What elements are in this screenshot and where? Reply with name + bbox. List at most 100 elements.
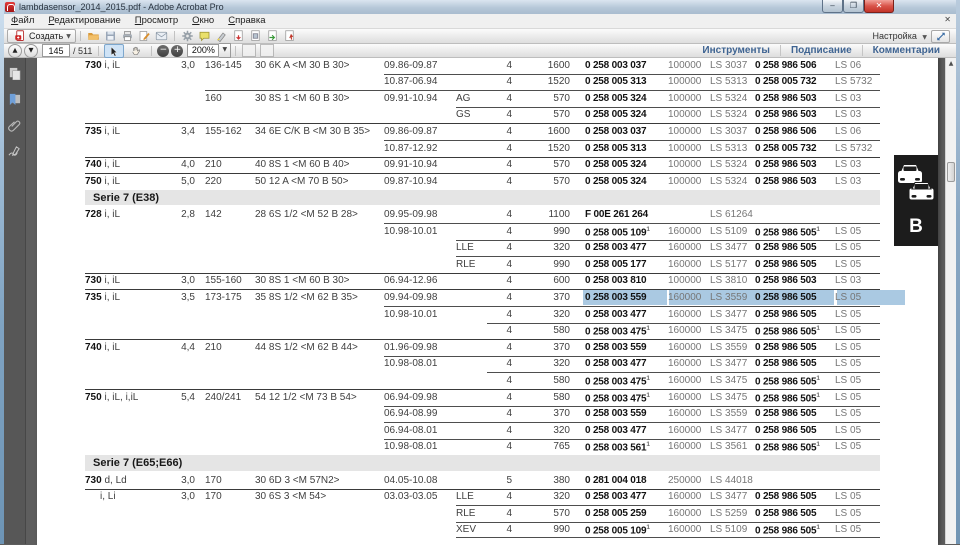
select-tool-button[interactable]	[104, 43, 125, 58]
cell-iv: 100000	[668, 275, 702, 287]
close-button[interactable]: ✕	[864, 0, 894, 13]
email-icon[interactable]	[155, 30, 168, 42]
cell-l2: LS 05	[835, 291, 862, 303]
cell-q: 4	[506, 291, 512, 303]
create-button[interactable]: Создать ▼	[7, 29, 76, 43]
send-page-icon[interactable]	[266, 30, 279, 42]
pdf-page[interactable]: 730 i, iL 3,0 136-145 30 6K A <M 30 B 30> 09…	[37, 57, 938, 545]
cell-p1: 0 258 005 324	[585, 159, 647, 171]
cell-d: 3,0	[181, 59, 195, 71]
row-separator	[487, 322, 880, 324]
signatures-icon[interactable]	[8, 145, 21, 158]
zoom-in-button[interactable]: +	[171, 44, 184, 57]
save-icon[interactable]	[104, 30, 117, 42]
maximize-button[interactable]: ❐	[843, 0, 864, 13]
menu-edit[interactable]: Редактирование	[41, 14, 127, 26]
table-row: XEV 4 990 0 258 005 1091 160000 LS 5109 0 258 …	[37, 521, 938, 539]
cell-l2: LS 05	[835, 374, 862, 386]
cell-v: XEV	[456, 524, 477, 536]
cell-p: 142	[205, 208, 222, 220]
attachments-icon[interactable]	[8, 119, 21, 132]
cell-q: 4	[506, 358, 512, 370]
menu-view[interactable]: Просмотр	[128, 14, 185, 26]
zoom-level-value[interactable]: 200%	[187, 44, 220, 57]
cell-iv: 100000	[668, 59, 702, 71]
menu-help[interactable]: Справка	[221, 14, 272, 26]
section-band	[85, 189, 880, 206]
table-row: 06.94-08.99 4 370 0 258 003 559 160000 LS 355…	[37, 405, 938, 423]
cell-dt: 10.87-06.94	[384, 76, 438, 88]
expand-toolbar-button[interactable]	[931, 29, 950, 43]
cell-p: 170	[205, 491, 222, 503]
fit-window-button[interactable]	[260, 44, 275, 57]
print-icon[interactable]	[121, 30, 134, 42]
cell-p2: 0 258 986 505	[755, 242, 817, 254]
cell-iv: 100000	[668, 92, 702, 104]
cell-p1: 0 258 003 477	[585, 491, 647, 503]
cell-q: 4	[506, 208, 512, 220]
cell-p1: 0 258 003 4751	[585, 391, 650, 404]
page-number-input[interactable]	[42, 44, 70, 57]
cell-val: 990	[553, 258, 570, 270]
cell-p: 170	[205, 474, 222, 486]
section-header: Serie 7 (E38)	[37, 189, 938, 207]
attach-page-icon[interactable]	[249, 30, 262, 42]
cell-iv: 100000	[668, 159, 702, 171]
cell-d: 4,4	[181, 341, 195, 353]
open-file-icon[interactable]	[87, 30, 100, 42]
row-separator	[384, 223, 880, 224]
cell-l1: LS 3037	[710, 125, 748, 137]
cell-val: 990	[553, 524, 570, 536]
minimize-button[interactable]: –	[822, 0, 843, 13]
edit-icon[interactable]	[138, 30, 151, 42]
scroll-up-icon[interactable]: ▲	[946, 58, 956, 70]
menu-window[interactable]: Окно	[185, 14, 221, 26]
footnote-mark: 1	[816, 524, 820, 532]
cell-val: 570	[553, 92, 570, 104]
cell-dt: 04.05-10.08	[384, 474, 438, 486]
cell-p2: 0 258 986 503	[755, 159, 817, 171]
row-separator	[456, 256, 880, 258]
document-close-icon[interactable]: ✕	[944, 15, 951, 24]
scroll-mode-button[interactable]	[242, 44, 257, 57]
cell-d: 3,4	[181, 125, 195, 137]
next-page-button[interactable]: ▼	[24, 43, 38, 58]
cell-val: 320	[553, 491, 570, 503]
cell-model: 728 i, iL	[85, 208, 121, 220]
menu-file[interactable]: Файл	[4, 14, 41, 26]
row-separator	[384, 355, 880, 357]
cell-p1: 0 258 003 4751	[585, 325, 650, 338]
export-page-icon[interactable]	[232, 30, 245, 42]
cell-e: 44 8S 1/2 <M 62 B 44>	[255, 341, 358, 353]
cell-l1: LS 3559	[710, 291, 748, 303]
section-title: Serie 7 (E38)	[93, 191, 160, 204]
highlight-icon[interactable]	[215, 30, 228, 42]
vertical-scrollbar[interactable]: ▲	[945, 58, 956, 544]
page-thumbnails-icon[interactable]	[8, 67, 21, 81]
gear-icon[interactable]	[181, 30, 194, 42]
cell-iv: 160000	[668, 242, 702, 254]
cell-p1: 0 258 003 477	[585, 242, 647, 254]
zoom-out-button[interactable]: −	[157, 44, 170, 57]
previous-page-button[interactable]: ▲	[8, 43, 22, 58]
settings-menu[interactable]: Настройка ▼	[873, 31, 927, 41]
section-band	[85, 455, 880, 471]
hand-tool-button[interactable]	[126, 44, 146, 58]
zoom-dropdown-icon[interactable]: ▼	[219, 43, 232, 58]
cell-l1: LS 5313	[710, 142, 748, 154]
scrollbar-thumb[interactable]	[947, 162, 955, 182]
cell-val: 370	[553, 291, 570, 303]
window-title: lambdasensor_2014_2015.pdf - Adobe Acrob…	[19, 2, 224, 12]
cell-l1: LS 5259	[710, 507, 748, 519]
sign-page-icon[interactable]	[283, 30, 296, 42]
cell-l1: LS 3810	[710, 275, 748, 287]
chevron-down-icon: ▼	[66, 32, 71, 40]
comment-icon[interactable]	[198, 30, 211, 42]
tools-panel-link[interactable]: Инструменты	[692, 45, 780, 56]
comments-panel-link[interactable]: Комментарии	[863, 45, 950, 56]
cell-val: 580	[553, 374, 570, 386]
bookmarks-icon[interactable]	[8, 93, 21, 106]
cell-p: 220	[205, 175, 222, 187]
cell-l2: LS 03	[835, 275, 862, 287]
signing-panel-link[interactable]: Подписание	[781, 45, 862, 56]
